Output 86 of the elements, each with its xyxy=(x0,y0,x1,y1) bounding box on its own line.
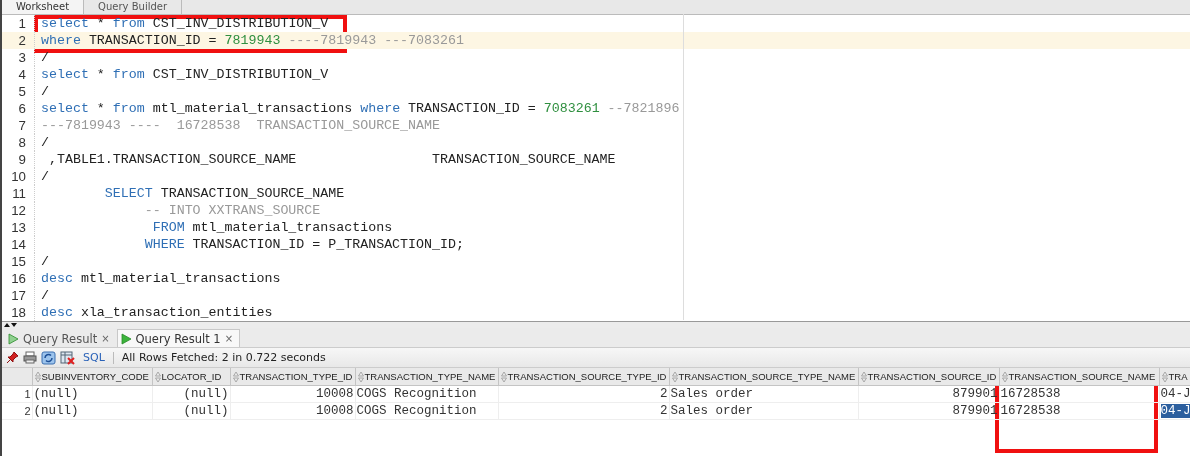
code-line: select * from mtl_material_transactions where TRANSACTION_ID = 7083261 --7821896 xyxy=(41,101,680,116)
line-number: 12 xyxy=(10,203,27,218)
play-icon xyxy=(120,332,132,345)
column-header[interactable]: SUBINVENTORY_CODE xyxy=(32,368,152,386)
code-line: ---7819943 ---- 16728538 TRANSACTION_SOURCE_NAME xyxy=(41,118,440,133)
table-cell: COGS Recognition xyxy=(355,402,498,420)
column-header[interactable]: LOCATOR_ID xyxy=(152,368,230,386)
table-cell: 16728538 xyxy=(999,385,1159,403)
line-number: 11 xyxy=(11,186,27,201)
code-line: SELECT TRANSACTION_SOURCE_NAME xyxy=(103,186,345,201)
table-cell: (null) xyxy=(32,402,152,420)
sort-icon[interactable] xyxy=(500,370,507,383)
column-header[interactable]: TRANSACTION_SOURCE_ID xyxy=(858,368,999,386)
line-number: 8 xyxy=(17,135,27,150)
sort-icon[interactable] xyxy=(671,370,678,383)
table-cell: (null) xyxy=(152,385,230,403)
line-number: 6 xyxy=(17,101,27,116)
print-icon[interactable] xyxy=(23,351,37,364)
code-line: / xyxy=(41,288,49,303)
code-line: / xyxy=(41,84,49,99)
sort-icon[interactable] xyxy=(34,370,41,383)
result-tab[interactable]: Query Result 1 × xyxy=(116,329,241,347)
row-number: 2 xyxy=(2,402,32,420)
table-cell: 2 xyxy=(498,385,669,403)
table-cell: 10008 xyxy=(230,385,355,403)
line-number: 3 xyxy=(17,50,27,65)
column-header[interactable]: TRA xyxy=(1159,368,1190,386)
line-number: 10 xyxy=(10,169,27,184)
line-number: 4 xyxy=(17,67,27,82)
row-number: 1 xyxy=(2,385,32,403)
play-icon xyxy=(8,332,19,345)
close-icon[interactable]: × xyxy=(224,333,234,344)
column-header[interactable]: TRANSACTION_SOURCE_TYPE_NAME xyxy=(669,368,858,386)
code-line: ,TABLE1.TRANSACTION_SOURCE_NAME TRANSACTION_SOURCE_NAME xyxy=(47,152,616,167)
code-line: select * from CST_INV_DISTRIBUTION_V xyxy=(41,16,329,31)
code-line: / xyxy=(41,50,49,65)
pin-icon[interactable] xyxy=(6,351,19,364)
code-line: / xyxy=(41,169,49,184)
column-header[interactable]: TRANSACTION_SOURCE_TYPE_ID xyxy=(498,368,669,386)
column-header[interactable]: TRANSACTION_TYPE_ID xyxy=(230,368,355,386)
table-cell: 10008 xyxy=(230,402,355,420)
line-number: 18 xyxy=(10,305,27,320)
code-line: / xyxy=(41,254,49,269)
line-number: 16 xyxy=(10,271,27,286)
line-number: 14 xyxy=(10,237,27,252)
code-line: / xyxy=(41,135,49,150)
table-cell: 04-J xyxy=(1159,385,1190,403)
code-line: desc mtl_material_transactions xyxy=(41,271,281,286)
line-number: 9 xyxy=(17,152,27,167)
close-icon[interactable]: × xyxy=(101,333,110,344)
column-header[interactable]: TRANSACTION_TYPE_NAME xyxy=(355,368,498,386)
line-number: 2 xyxy=(17,33,27,48)
table-cell: (null) xyxy=(32,385,152,403)
table-cell: 2 xyxy=(498,402,669,420)
sql-link[interactable]: SQL xyxy=(83,351,105,364)
editor-tab[interactable]: Worksheet xyxy=(2,0,85,14)
table-cell: Sales order xyxy=(669,385,858,403)
sort-icon[interactable] xyxy=(1161,370,1168,383)
delete-table-icon[interactable] xyxy=(60,350,75,365)
fetch-status: All Rows Fetched: 2 in 0.722 seconds xyxy=(121,351,326,364)
column-header[interactable]: TRANSACTION_SOURCE_NAME xyxy=(999,368,1159,386)
result-tab[interactable]: Query Result × xyxy=(4,329,117,347)
code-line: where TRANSACTION_ID = 7819943 ----7819943 ---7083261 xyxy=(41,33,464,48)
code-line: WHERE TRANSACTION_ID = P_TRANSACTION_ID; xyxy=(143,237,464,252)
editor-tab[interactable]: Query Builder xyxy=(84,0,183,14)
code-line: desc xla_transaction_entities xyxy=(41,305,273,320)
table-cell: 04-J xyxy=(1159,402,1190,420)
sort-icon[interactable] xyxy=(357,370,364,383)
sort-icon[interactable] xyxy=(1001,370,1008,383)
code-line: FROM mtl_material_transactions xyxy=(151,220,393,235)
line-number: 13 xyxy=(10,220,27,235)
refresh-icon[interactable] xyxy=(41,350,56,365)
table-cell: Sales order xyxy=(669,402,858,420)
code-line: select * from CST_INV_DISTRIBUTION_V xyxy=(41,67,329,82)
line-number: 15 xyxy=(10,254,27,269)
line-number: 1 xyxy=(17,16,27,31)
line-number: 7 xyxy=(17,118,27,133)
line-number: 17 xyxy=(10,288,27,303)
table-cell: COGS Recognition xyxy=(355,385,498,403)
sort-icon[interactable] xyxy=(232,370,239,383)
sort-icon[interactable] xyxy=(154,370,161,383)
table-cell: 16728538 xyxy=(999,402,1159,420)
sort-icon[interactable] xyxy=(860,370,867,383)
line-number: 5 xyxy=(17,84,27,99)
table-cell: (null) xyxy=(152,402,230,420)
code-line: -- INTO XXTRANS_SOURCE xyxy=(143,203,321,218)
